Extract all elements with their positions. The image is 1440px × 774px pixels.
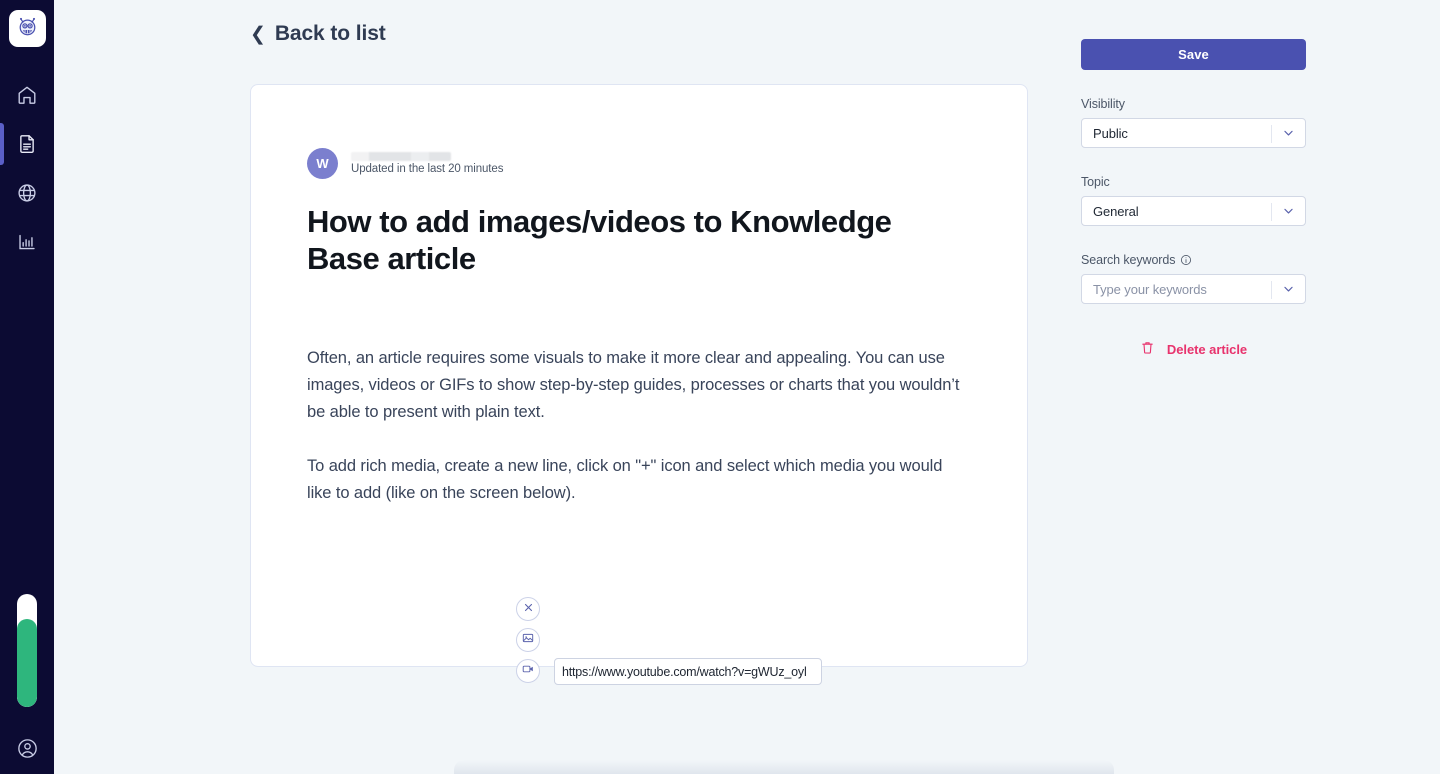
article-paragraph: To add rich media, create a new line, cl… bbox=[307, 457, 943, 503]
chevron-down-icon bbox=[1282, 205, 1295, 218]
setup-progress-bar bbox=[17, 594, 37, 707]
home-icon bbox=[16, 84, 38, 106]
visibility-field: Visibility Public bbox=[1081, 97, 1306, 148]
page-title: How to add images/videos to Knowledge Ba… bbox=[307, 204, 892, 277]
article-body: W Updated in the last 20 minutes How to … bbox=[251, 85, 1027, 507]
globe-icon bbox=[16, 182, 38, 204]
save-button[interactable]: Save bbox=[1081, 39, 1306, 70]
chevron-down-icon bbox=[1282, 127, 1295, 140]
delete-article-button[interactable]: Delete article bbox=[1081, 340, 1306, 358]
sidebar-item-articles[interactable] bbox=[0, 119, 54, 168]
visibility-select[interactable]: Public bbox=[1081, 118, 1306, 148]
info-circle-icon[interactable] bbox=[1180, 254, 1192, 266]
topic-value: General bbox=[1093, 203, 1139, 219]
image-icon bbox=[522, 631, 534, 649]
app-logo[interactable] bbox=[8, 10, 46, 47]
topic-select[interactable]: General bbox=[1081, 196, 1306, 226]
updated-timestamp: Updated in the last 20 minutes bbox=[351, 162, 504, 175]
delete-article-label: Delete article bbox=[1166, 341, 1248, 357]
author-name-redacted bbox=[351, 151, 451, 161]
topic-field: Topic General bbox=[1081, 175, 1306, 226]
close-button[interactable] bbox=[516, 597, 540, 621]
chevron-left-icon: ❮ bbox=[250, 24, 266, 45]
topic-label: Topic bbox=[1081, 175, 1110, 189]
search-keywords-field: Search keywords Type your keywords bbox=[1081, 253, 1306, 304]
byline-text: Updated in the last 20 minutes bbox=[351, 151, 504, 175]
article-settings-panel: Save Visibility Public Topic General Sea… bbox=[1081, 39, 1306, 358]
chart-bar-icon bbox=[16, 231, 38, 253]
select-divider bbox=[1271, 281, 1272, 299]
sidebar-item-globe[interactable] bbox=[0, 168, 54, 217]
back-to-list-label: Back to list bbox=[274, 22, 386, 45]
bottom-sheet-hint bbox=[454, 760, 1114, 774]
setup-progress-fill bbox=[17, 618, 37, 707]
article-byline: W Updated in the last 20 minutes bbox=[307, 147, 971, 179]
visibility-label: Visibility bbox=[1081, 97, 1125, 111]
document-icon bbox=[16, 133, 38, 155]
close-icon bbox=[523, 600, 534, 618]
visibility-value: Public bbox=[1093, 125, 1128, 141]
search-keywords-label: Search keywords bbox=[1081, 253, 1306, 267]
insert-video-button[interactable] bbox=[516, 659, 540, 683]
search-keywords-label-text: Search keywords bbox=[1081, 253, 1176, 267]
trash-icon bbox=[1140, 340, 1155, 358]
chevron-down-icon bbox=[1282, 283, 1295, 296]
sidebar-item-reports[interactable] bbox=[0, 217, 54, 266]
main-content: ❮ Back to list W Updated in the last 20 … bbox=[54, 0, 1440, 774]
user-circle-icon bbox=[16, 737, 39, 765]
media-url-input[interactable] bbox=[554, 658, 822, 685]
insert-image-button[interactable] bbox=[516, 628, 540, 652]
search-keywords-placeholder: Type your keywords bbox=[1093, 281, 1207, 297]
article-paragraph: Often, an article requires some visuals … bbox=[307, 349, 960, 422]
select-divider bbox=[1271, 125, 1272, 143]
video-camera-icon bbox=[522, 662, 534, 680]
sidebar bbox=[0, 0, 54, 774]
search-keywords-select[interactable]: Type your keywords bbox=[1081, 274, 1306, 304]
article-card: W Updated in the last 20 minutes How to … bbox=[250, 84, 1028, 685]
robot-logo-icon bbox=[16, 15, 39, 43]
sidebar-item-home[interactable] bbox=[0, 70, 54, 119]
select-divider bbox=[1271, 203, 1272, 221]
back-to-list-link[interactable]: ❮ Back to list bbox=[250, 22, 386, 46]
media-insert-rail bbox=[516, 597, 540, 683]
avatar: W bbox=[307, 147, 338, 179]
account-button[interactable] bbox=[0, 728, 54, 774]
